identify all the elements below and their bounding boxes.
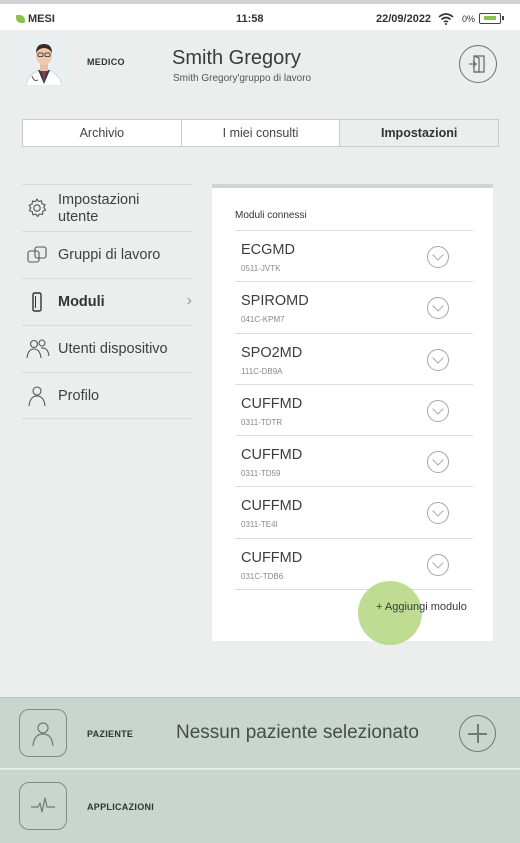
sidebar-item-profile[interactable]: Profilo [22,372,192,419]
module-name: CUFFMD [241,549,303,566]
main-tabs: Archivio I miei consulti Impostazioni [22,119,499,147]
modules-list: ECGMD 0511-JVTK SPIROMD 041C-KPM7 SPO2MD… [235,230,473,589]
group-icon [26,244,48,266]
sidebar-item-workgroups[interactable]: Gruppi di lavoro [22,231,192,278]
users-icon [26,338,50,360]
battery-icon [479,13,504,24]
patient-icon [32,722,54,747]
logout-icon [469,55,485,73]
chevron-down-icon[interactable] [427,246,449,268]
list-item[interactable]: CUFFMD 031C-TDB6 [235,537,473,589]
applications-tile[interactable] [19,782,67,830]
module-name: CUFFMD [241,447,303,464]
chevron-down-icon[interactable] [427,297,449,320]
patient-status: Nessun paziente selezionato [176,722,419,743]
sidebar-item-label: Impostazioni utente [58,192,140,225]
modules-panel: Moduli connessi ECGMD 0511-JVTK SPIROMD … [212,184,493,645]
wifi-icon [438,12,454,30]
module-name: CUFFMD [241,395,303,412]
patient-tile[interactable] [19,709,67,757]
chevron-right-icon: › [186,292,192,309]
gear-icon [26,197,48,219]
add-module-button[interactable]: + Aggiungi modulo [376,601,467,613]
sidebar-item-label: Profilo [58,388,100,404]
status-time: 11:58 [236,13,264,25]
battery-percent: 0% [462,14,476,24]
chevron-down-icon[interactable] [427,553,449,576]
module-code: 041C-KPM7 [241,315,285,325]
logout-button[interactable] [459,45,497,83]
list-item[interactable]: SPIROMD 041C-KPM7 [235,281,473,332]
tab-consulti[interactable]: I miei consulti [182,120,341,146]
doctor-avatar [20,38,68,86]
chevron-down-icon[interactable] [427,451,449,474]
patient-bar: PAZIENTE Nessun paziente selezionato [0,697,520,768]
sidebar-item-device-users[interactable]: Utenti dispositivo [22,325,192,372]
carrier: MESI [16,13,55,25]
carrier-leaf-icon [16,15,25,23]
list-item[interactable]: CUFFMD 0311-TE4I [235,486,473,537]
list-item[interactable]: SPO2MD 111C-DB9A [235,332,473,384]
sidebar-item-label: Utenti dispositivo [58,341,168,357]
module-name: CUFFMD [241,498,303,515]
user-role: MEDICO [87,57,125,67]
add-patient-button[interactable] [459,715,496,752]
module-name: SPIROMD [241,293,309,310]
sidebar-item-modules[interactable]: Moduli › [22,278,192,325]
sidebar-item-user-settings[interactable]: Impostazioni utente [22,184,192,231]
list-item[interactable]: CUFFMD 0311-TDTR [235,383,473,435]
applications-label: APPLICAZIONI [87,802,155,812]
tab-impostazioni[interactable]: Impostazioni [340,120,499,146]
patient-label: PAZIENTE [87,729,134,739]
user-header: MEDICO Smith Gregory Smith Gregory'grupp… [0,30,520,98]
module-icon [26,291,48,313]
list-item[interactable]: CUFFMD 0311-TD59 [235,435,473,486]
module-name: ECGMD [241,242,295,258]
chevron-down-icon[interactable] [427,399,449,422]
sidebar-item-label: Moduli [58,294,105,310]
module-code: 0311-TDTR [241,417,283,427]
status-date: 22/09/2022 [376,13,432,25]
module-code: 111C-DB9A [241,366,283,376]
panel-title: Moduli connessi [235,210,307,221]
chevron-down-icon[interactable] [427,502,449,525]
list-item[interactable]: ECGMD 0511-JVTK [235,230,473,281]
module-code: 0511-JVTK [241,264,281,273]
user-workgroup: Smith Gregory'gruppo di lavoro [173,73,312,84]
user-name: Smith Gregory [172,47,301,69]
carrier-label: MESI [28,13,55,25]
module-code: 0311-TD59 [241,469,281,479]
tab-archivio[interactable]: Archivio [23,120,182,146]
settings-menu: Impostazioni utente Gruppi di lavoro Mod… [22,184,192,419]
chevron-down-icon[interactable] [427,348,449,371]
module-code: 031C-TDB6 [241,571,284,581]
module-name: SPO2MD [241,344,303,361]
status-bar: MESI 11:58 22/09/2022 0% [0,0,520,30]
module-code: 0311-TE4I [241,520,278,530]
touch-indicator [358,581,422,645]
ecg-icon [31,797,55,813]
applications-bar: APPLICAZIONI [0,769,520,843]
list-divider [235,589,473,590]
sidebar-item-label: Gruppi di lavoro [58,247,161,263]
profile-icon [26,385,48,407]
